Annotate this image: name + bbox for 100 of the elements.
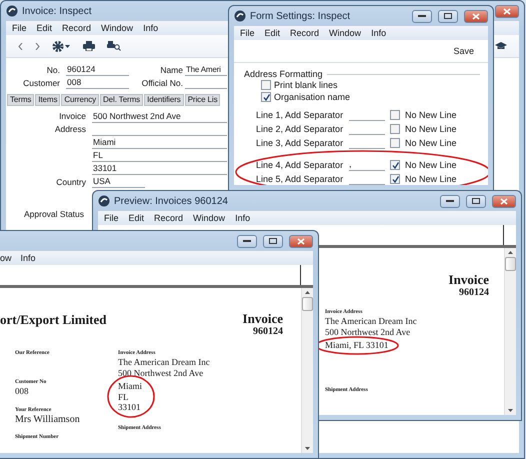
- minimize-icon: [418, 15, 426, 17]
- checkbox-label: No New Line: [405, 159, 458, 171]
- back-icon[interactable]: [18, 42, 23, 50]
- tab[interactable]: Identifiers: [144, 94, 184, 106]
- field-label: No.: [46, 65, 60, 76]
- scroll-up-icon[interactable]: [305, 291, 310, 294]
- address-line: 33101: [118, 402, 142, 412]
- scroll-down-icon[interactable]: [508, 409, 513, 412]
- checkbox-label: No New Line: [405, 123, 458, 135]
- tab[interactable]: Terms: [7, 94, 34, 106]
- checkbox-label: Organisation name: [274, 91, 350, 103]
- text-field[interactable]: The Ameri: [185, 64, 227, 76]
- menu-item[interactable]: ow: [0, 253, 12, 263]
- menu-item[interactable]: Edit: [264, 28, 280, 38]
- tab[interactable]: Price Lis: [184, 94, 220, 106]
- text-field[interactable]: 960124: [66, 64, 129, 76]
- tab[interactable]: Del. Terms: [100, 94, 144, 106]
- address-line: 500 Northwest 2nd Ave: [325, 326, 410, 337]
- minimize-button[interactable]: [237, 234, 257, 248]
- document-title: Invoice: [448, 273, 489, 287]
- menu-item[interactable]: Info: [235, 213, 250, 223]
- gear-icon[interactable]: [52, 40, 71, 52]
- checkbox-label: No New Line: [405, 173, 458, 185]
- field-label: Official No.: [140, 78, 183, 89]
- maximize-icon: [472, 198, 480, 204]
- close-button[interactable]: [464, 10, 488, 22]
- minimize-button[interactable]: [440, 194, 460, 208]
- menu-item[interactable]: Record: [290, 28, 320, 38]
- checkbox-label: No New Line: [405, 109, 458, 121]
- menu-item[interactable]: Window: [193, 213, 226, 223]
- menu-item[interactable]: Window: [101, 23, 134, 33]
- section-title: Address Formatting: [244, 69, 323, 79]
- minimize-icon: [446, 200, 454, 202]
- text-field[interactable]: Miami: [92, 137, 227, 149]
- window-title: Preview: Invoices 960124: [114, 196, 228, 206]
- menu-item[interactable]: File: [240, 28, 255, 38]
- checkbox[interactable]: [390, 160, 400, 170]
- maximize-button[interactable]: [466, 194, 486, 208]
- text-field[interactable]: FL: [92, 150, 227, 162]
- address-line: Miami: [118, 381, 142, 392]
- menu-item[interactable]: Info: [143, 23, 158, 33]
- text-field[interactable]: USA: [92, 176, 145, 188]
- menu-item[interactable]: File: [12, 23, 27, 33]
- tab[interactable]: Currency: [61, 94, 99, 106]
- field-value: 008: [15, 386, 28, 396]
- menu-item[interactable]: Edit: [36, 23, 52, 33]
- checkbox[interactable]: [261, 92, 271, 102]
- field-label: Line 3, Add Separator: [256, 137, 344, 149]
- scroll-down-icon[interactable]: [305, 447, 310, 450]
- scroll-up-icon[interactable]: [508, 251, 513, 254]
- printer-icon[interactable]: [83, 41, 95, 51]
- window-title: Invoice: Inspect: [22, 6, 92, 16]
- app-icon: [234, 10, 246, 22]
- field-value: Mrs Williamson: [15, 414, 80, 425]
- checkbox[interactable]: [390, 174, 400, 184]
- menu-item[interactable]: File: [104, 213, 119, 223]
- close-icon: [500, 198, 508, 204]
- minimize-icon: [243, 240, 251, 242]
- address-line: The American Dream Inc: [325, 316, 417, 326]
- app-icon: [98, 195, 110, 207]
- print-preview-icon[interactable]: [107, 41, 121, 51]
- close-button[interactable]: [495, 4, 519, 18]
- field-label: Line 5, Add Separator: [256, 173, 344, 185]
- close-button[interactable]: [289, 234, 313, 248]
- scrollbar-thumb[interactable]: [505, 257, 516, 271]
- field-label: Approval Status: [24, 209, 84, 219]
- maximize-button[interactable]: [263, 234, 283, 248]
- scrollbar[interactable]: [504, 248, 516, 415]
- checkbox[interactable]: [261, 80, 271, 90]
- save-button[interactable]: Save: [453, 46, 474, 56]
- text-field[interactable]: 500 Northwest 2nd Ave: [92, 111, 227, 123]
- close-icon: [472, 12, 480, 20]
- field-label: Line 2, Add Separator: [256, 123, 344, 135]
- field-label: Line 4, Add Separator: [256, 159, 344, 171]
- checkbox[interactable]: [390, 124, 400, 134]
- close-button[interactable]: [492, 194, 516, 208]
- maximize-button[interactable]: [438, 10, 458, 22]
- minimize-button[interactable]: [412, 10, 432, 22]
- text-field[interactable]: 33101: [92, 163, 227, 175]
- maximize-icon: [269, 238, 277, 244]
- menu-item[interactable]: Window: [329, 28, 362, 38]
- scrollbar[interactable]: [301, 288, 313, 453]
- menu-item[interactable]: Record: [62, 23, 92, 33]
- address-line: The American Dream Inc: [118, 357, 210, 368]
- separator-field[interactable]: ,: [349, 159, 385, 171]
- checkbox[interactable]: [390, 110, 400, 120]
- close-icon: [297, 238, 305, 244]
- company-name: ort/Export Limited: [0, 313, 107, 327]
- graduation-cap-icon[interactable]: [495, 42, 507, 50]
- text-field[interactable]: 008: [66, 77, 129, 89]
- checkbox[interactable]: [390, 138, 400, 148]
- menu-item[interactable]: Info: [371, 28, 386, 38]
- forward-icon[interactable]: [35, 42, 40, 50]
- menu-item[interactable]: Record: [154, 213, 184, 223]
- maximize-icon: [444, 13, 452, 19]
- checkbox-label: Print blank lines: [274, 79, 338, 91]
- tab[interactable]: Items: [35, 94, 60, 106]
- menu-item[interactable]: Edit: [128, 213, 144, 223]
- scrollbar-thumb[interactable]: [302, 297, 313, 311]
- menu-item[interactable]: Info: [20, 253, 36, 263]
